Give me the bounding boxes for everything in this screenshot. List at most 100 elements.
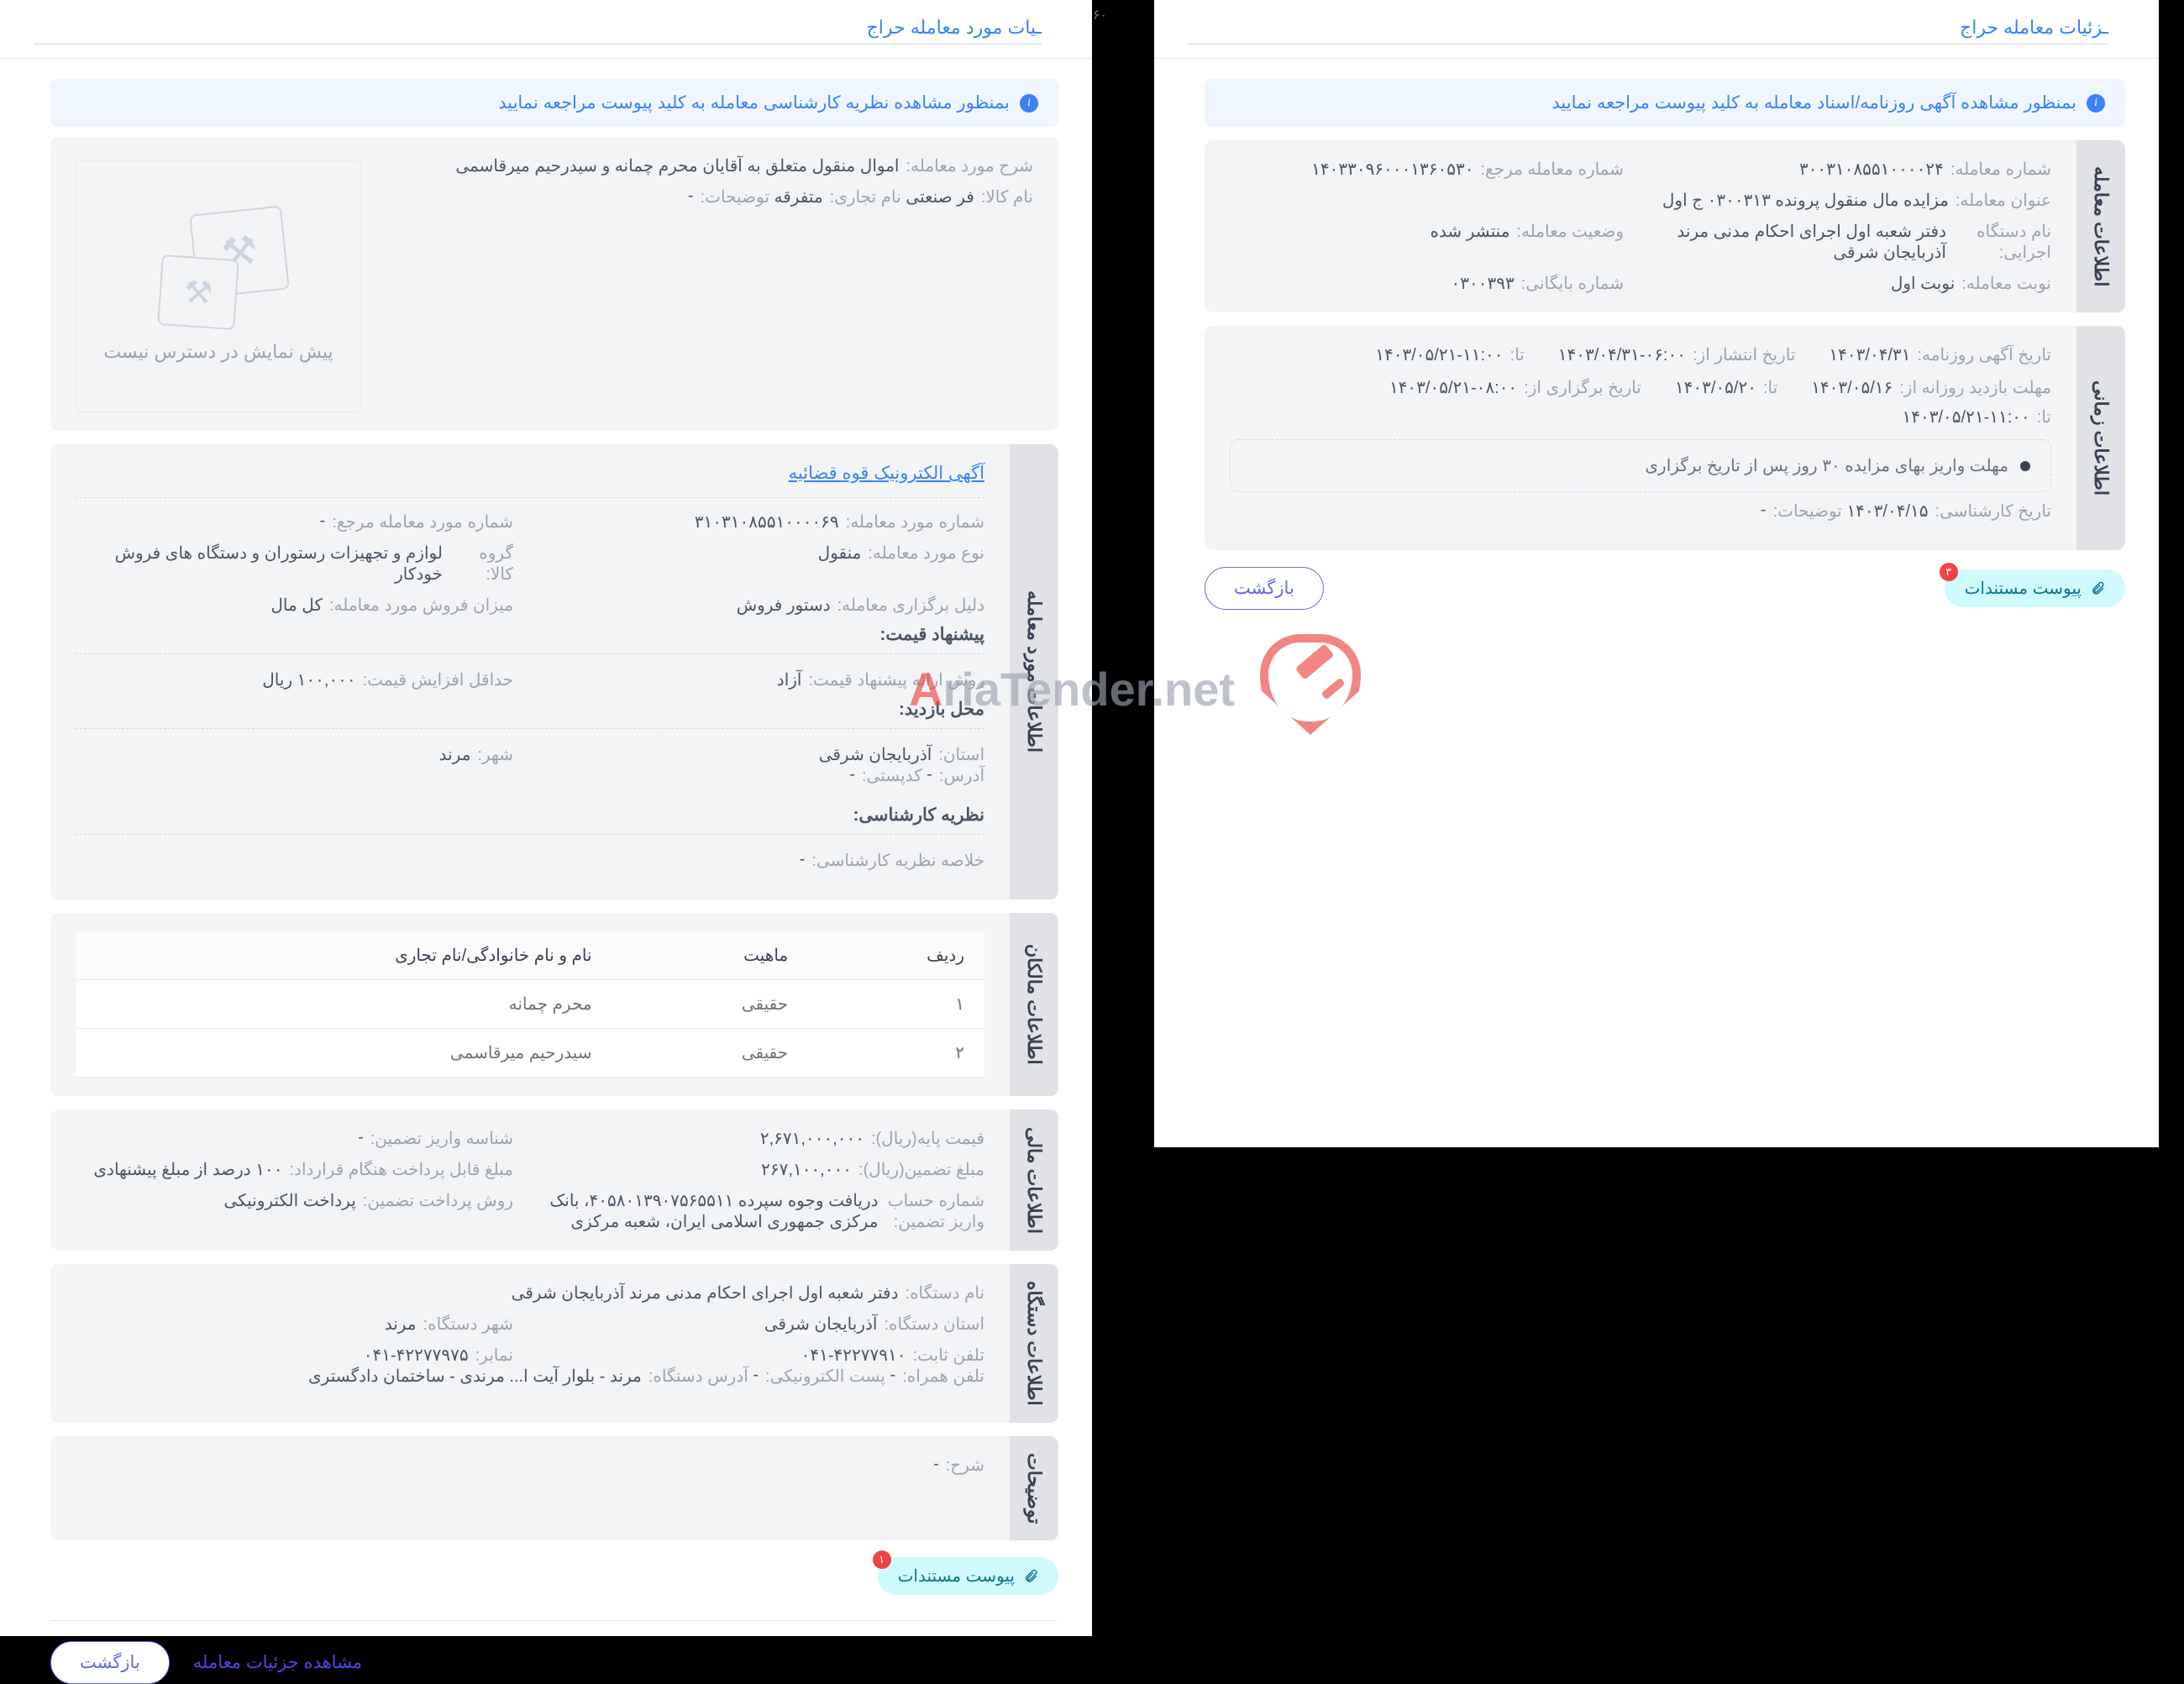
val: آذربایجان شرقی (819, 744, 932, 765)
val: آزاد (777, 669, 802, 690)
val: لوازم و تجهیزات رستوران و دستگاه های فرو… (76, 543, 443, 585)
section-device: اطلاعات دستگاه نام دستگاه:دفتر شعبه اول … (50, 1264, 1058, 1423)
attachments-button[interactable]: ۳ پیوست مستندات (1945, 569, 2125, 607)
lbl: تا: (1510, 344, 1525, 365)
view-details-link[interactable]: مشاهده جزئیات معامله (193, 1652, 362, 1673)
val: - (753, 1366, 759, 1387)
val: ۲۶۷,۱۰۰,۰۰۰ (761, 1159, 852, 1180)
panel-item-details: ـیات مورد معامله حراج i بمنظور مشاهده نظ… (0, 0, 1092, 1636)
th-row: ردیف (808, 931, 984, 980)
lbl: شماره معامله: (1950, 159, 2051, 180)
val: ۰۳۰۰۳۹۳ (1452, 273, 1515, 294)
gavel-icon: ⚒ ⚒ (151, 210, 286, 328)
lbl: شهر دستگاه: (423, 1314, 513, 1335)
attachments-label: پیوست مستندات (1965, 578, 2082, 599)
back-button[interactable]: بازگشت (1205, 567, 1324, 610)
val: آذربایجان شرقی (764, 1314, 878, 1335)
lbl: شماره مورد معامله مرجع: (332, 511, 513, 532)
section-financial: اطلاعات مالی قیمت پایه(ریال): ۲,۶۷۱,۰۰۰,۰… (50, 1110, 1058, 1251)
val: - (890, 1366, 896, 1387)
val: اموال منقول متعلق به آقایان محرم چمانه و… (455, 155, 899, 176)
val: ۱۴۰۳/۰۵/۱۶ (1811, 377, 1893, 398)
info-banner-text: بمنظور مشاهده نظریه کارشناسی معامله به ک… (498, 92, 1010, 113)
lbl: مبلغ قابل پرداخت هنگام قرارداد: (289, 1159, 513, 1180)
back-button[interactable]: بازگشت (50, 1641, 170, 1684)
section-deal-info: اطلاعات معامله شماره معامله: ۳۰۰۳۱۰۸۵۵۱۰۰… (1205, 140, 2125, 312)
val: دفتر شعبه اول اجرای احکام مدنی مرند آذرب… (512, 1283, 899, 1304)
val: پرداخت الکترونیکی (223, 1190, 355, 1232)
section-summary: شرح مورد معامله:اموال منقول متعلق به آقا… (50, 137, 1058, 431)
lbl: نام دستگاه: (906, 1283, 984, 1304)
deadline-note: مهلت واریز بهای مزایده ۳۰ روز پس از تاری… (1230, 439, 2051, 492)
lbl: تاریخ کارشناسی: (1935, 501, 2052, 522)
val: ۱۴۰۳۳۰۹۶۰۰۰۱۳۶۰۵۳۰ (1311, 159, 1473, 180)
val: مرند - بلوار آیت ا... مرندی - ساختمان دا… (308, 1366, 642, 1387)
lbl: تا: (2037, 407, 2051, 428)
lbl: تلفن ثابت: (912, 1345, 984, 1366)
th-nature: ماهیت (612, 931, 809, 980)
lbl: تا: (1763, 377, 1777, 398)
val: ۰۴۱-۴۲۲۷۷۹۷۵ (364, 1345, 469, 1366)
val: - (849, 765, 855, 786)
val: ۱۴۰۳/۰۴/۳۱ (1829, 344, 1910, 365)
val: ۱۴۰۳/۰۴/۱۵ (1846, 501, 1928, 522)
lbl: وضعیت معامله: (1516, 221, 1624, 263)
page-title-left: ـزئیات معامله حراج (1960, 17, 2108, 38)
lbl: تلفن همراه: (902, 1366, 984, 1387)
val: ۱۴۰۳/۰۵/۲۱-۱۱:۰۰ (1903, 407, 2030, 428)
attachments-badge: ۳ (1940, 563, 1958, 581)
paperclip-icon (2090, 581, 2105, 596)
val: دستور فروش (737, 595, 831, 616)
val: مزایده مال منقول پرونده ۰۳۰۰۳۱۳ ج اول (1662, 190, 1949, 211)
lbl: نوبت معامله: (1961, 273, 2051, 294)
attachments-label: پیوست مستندات (898, 1566, 1015, 1587)
lbl: شناسه واریز تضمین: (370, 1128, 513, 1149)
td: سیدرحیم میرقاسمی (76, 1029, 612, 1078)
attachments-badge: ۱ (873, 1550, 891, 1569)
lbl: دلیل برگزاری معامله: (837, 595, 984, 616)
lbl: تاریخ برگزاری از: (1524, 377, 1641, 398)
val: ۳۰۰۳۱۰۸۵۵۱۰۰۰۰۲۴ (1799, 159, 1944, 180)
section-tab-deal-info: اطلاعات معامله (2076, 140, 2125, 312)
lbl: استان: (938, 744, 984, 765)
val: - (933, 1455, 939, 1476)
lbl: قیمت پایه(ریال): (871, 1128, 984, 1149)
lbl: خلاصه نظریه کارشناسی: (811, 850, 984, 871)
val: ۱۴۰۳/۰۵/۲۱-۰۸:۰۰ (1389, 377, 1517, 398)
image-preview: ⚒ ⚒ پیش نمایش در دسترس نیست (76, 160, 361, 412)
lbl: کدپستی: (862, 765, 922, 786)
val: ۱۴۰۳/۰۴/۳۱-۰۶:۰۰ (1558, 344, 1686, 365)
info-icon: i (2087, 94, 2105, 113)
divider (76, 497, 984, 498)
deadline-text: مهلت واریز بهای مزایده ۳۰ روز پس از تاری… (1645, 455, 2008, 476)
lbl: تاریخ آگهی روزنامه: (1917, 344, 2051, 365)
val: مرند (385, 1314, 417, 1335)
lbl: حداقل افزایش قیمت: (363, 669, 513, 690)
attachments-row-left: ۳ پیوست مستندات بازگشت (1205, 567, 2125, 610)
subheading-location: محل بازدید: (76, 699, 984, 729)
td: محرم چمانه (76, 980, 612, 1029)
lbl: مبلغ تضمین(ریال): (858, 1159, 984, 1180)
lbl: توضیحات: (701, 186, 769, 207)
lbl: نام تجاری: (830, 186, 901, 207)
lbl: آدرس: (939, 765, 984, 786)
subheading-expert: نظریه کارشناسی: (76, 805, 984, 835)
lbl: نام دستگاه اجرایی: (1953, 221, 2051, 263)
section-tab-notes: توضیحات (1010, 1436, 1058, 1540)
electronic-notice-link[interactable]: آگهی الکترونیک قوه قضائیه (76, 463, 984, 484)
val: ۲,۶۷۱,۰۰۰,۰۰۰ (760, 1128, 864, 1149)
lbl: نام کالا: (981, 186, 1033, 207)
header-strip-left: ـزئیات معامله حراج (1154, 0, 2159, 59)
lbl: نمابر: (475, 1345, 513, 1366)
val: مرند (439, 744, 471, 765)
bullet-icon (2020, 461, 2030, 471)
header-strip-right: ـیات مورد معامله حراج (0, 0, 1092, 59)
val: - (1761, 501, 1767, 522)
td: ۱ (808, 980, 984, 1029)
val: متفرقه (774, 186, 822, 207)
section-timing: اطلاعات زمانی تاریخ آگهی روزنامه:۱۴۰۳/۰۴… (1205, 326, 2125, 550)
attachments-button[interactable]: ۱ پیوست مستندات (878, 1557, 1058, 1595)
section-tab-financial: اطلاعات مالی (1010, 1110, 1058, 1251)
footer-bar-right: مشاهده جزئیات معامله بازگشت (50, 1620, 1058, 1684)
info-banner-text: بمنظور مشاهده آگهی روزنامه/اسناد معامله … (1551, 92, 2076, 113)
